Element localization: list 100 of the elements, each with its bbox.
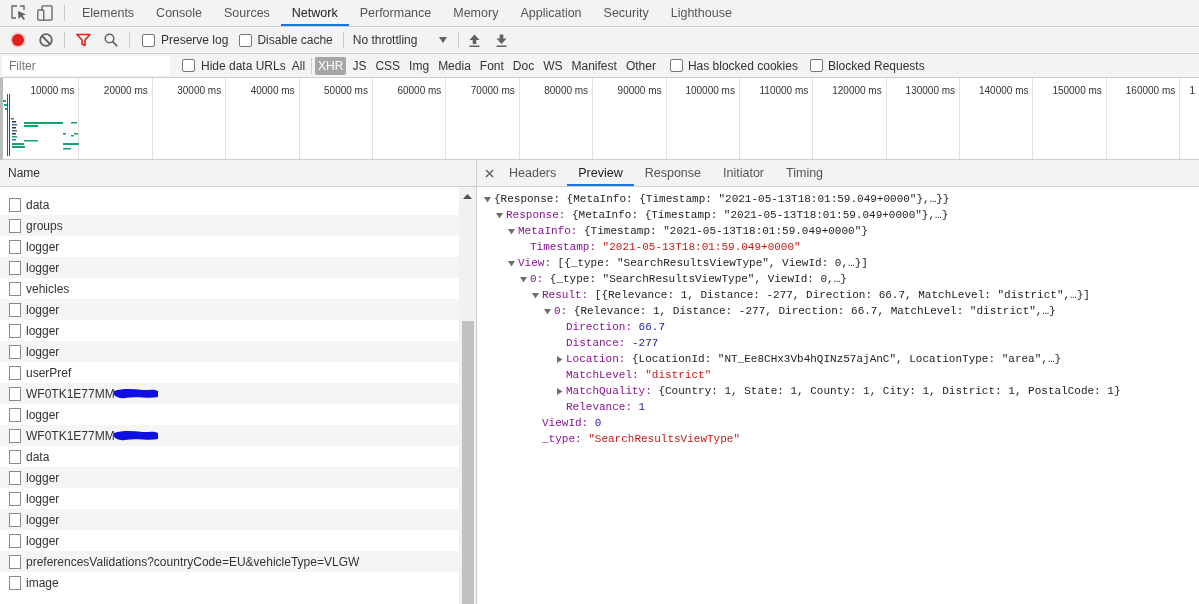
upload-icon[interactable] bbox=[468, 33, 480, 47]
resource-type-filter[interactable]: Img bbox=[406, 56, 433, 75]
request-row[interactable]: logger bbox=[0, 257, 459, 278]
detail-tab[interactable]: Preview bbox=[567, 160, 634, 186]
filter-field[interactable]: Filter bbox=[2, 55, 170, 76]
property-text: Distance: -277 bbox=[566, 337, 659, 349]
disclosure-triangle-icon[interactable] bbox=[520, 275, 527, 283]
clear-icon[interactable] bbox=[39, 33, 53, 47]
panel-tab[interactable]: Application bbox=[509, 0, 593, 26]
checkbox[interactable] bbox=[809, 59, 823, 72]
file-icon bbox=[9, 197, 21, 212]
panel-tab[interactable]: Sources bbox=[213, 0, 281, 26]
file-icon bbox=[9, 575, 21, 590]
detail-tab[interactable]: Response bbox=[633, 160, 712, 186]
disclosure-triangle-icon[interactable] bbox=[532, 291, 539, 299]
tick-label: 10000 ms bbox=[30, 85, 75, 96]
property-text: Response: {MetaInfo: {Timestamp: "2021-05-13T18:01:59.049+0000"},…} bbox=[506, 209, 949, 221]
inspect-icon[interactable] bbox=[11, 5, 27, 21]
property-text: _type: "SearchResultsViewType" bbox=[542, 433, 741, 445]
checkbox[interactable] bbox=[239, 33, 253, 47]
resource-type-filter[interactable]: JS bbox=[349, 56, 370, 75]
panel-tab[interactable]: Security bbox=[592, 0, 660, 26]
panel-tab[interactable]: Memory bbox=[442, 0, 510, 26]
record-icon[interactable] bbox=[10, 32, 26, 48]
file-icon bbox=[9, 449, 21, 464]
request-row[interactable]: WF0TK1E77MM bbox=[0, 425, 459, 446]
resource-type-filter[interactable]: WS bbox=[540, 56, 566, 75]
tick-label: 140000 ms bbox=[979, 85, 1029, 96]
disclosure-triangle-icon[interactable] bbox=[484, 195, 491, 203]
tick-label: 30000 ms bbox=[177, 85, 222, 96]
property-text: Direction: 66.7 bbox=[566, 321, 665, 333]
checkbox-label: Preserve log bbox=[161, 33, 229, 47]
resource-type-filter[interactable]: CSS bbox=[372, 56, 404, 75]
property-text: {Response: {MetaInfo: {Timestamp: "2021-05-13T18:01:59.049+0000"},…}} bbox=[494, 193, 950, 205]
tick-label: 50000 ms bbox=[324, 85, 368, 96]
resource-type-filter[interactable]: Doc bbox=[509, 56, 538, 75]
tick-label: 120000 ms bbox=[832, 85, 882, 96]
property-text: MatchLevel: "district" bbox=[566, 369, 712, 381]
file-icon bbox=[9, 386, 21, 401]
panel-tab[interactable]: Performance bbox=[348, 0, 443, 26]
filter-icon[interactable] bbox=[76, 33, 91, 47]
disclosure-triangle-icon[interactable] bbox=[556, 387, 563, 395]
caret-icon bbox=[439, 37, 448, 43]
file-icon bbox=[9, 323, 21, 338]
request-row[interactable]: logger bbox=[0, 467, 459, 488]
resource-type-filter[interactable]: All bbox=[288, 56, 309, 75]
request-row[interactable]: logger bbox=[0, 299, 459, 320]
property-text: ViewId: 0 bbox=[542, 417, 602, 429]
tick-label: 80000 ms bbox=[544, 85, 589, 96]
disclosure-triangle-icon[interactable] bbox=[508, 227, 515, 235]
tick-label: 20000 ms bbox=[103, 85, 148, 96]
property-text: MetaInfo: {Timestamp: "2021-05-13T18:01:59.049+0000"} bbox=[518, 225, 868, 237]
request-row[interactable]: logger bbox=[0, 509, 459, 530]
close-icon[interactable] bbox=[485, 168, 494, 178]
property-text: 0: {_type: "SearchResultsViewType", ViewId: 0,…} bbox=[530, 273, 847, 285]
file-icon bbox=[9, 365, 21, 380]
tick-label: 100000 ms bbox=[685, 85, 735, 96]
request-row[interactable]: WF0TK1E77MM bbox=[0, 383, 459, 404]
resource-type-filter[interactable]: Media bbox=[435, 56, 474, 75]
checkbox[interactable] bbox=[182, 59, 195, 72]
panel-tab[interactable]: Elements bbox=[71, 0, 146, 26]
checkbox[interactable] bbox=[669, 59, 683, 72]
checkbox-label: Disable cache bbox=[257, 33, 333, 47]
detail-tab[interactable]: Timing bbox=[775, 160, 835, 186]
file-icon bbox=[9, 218, 21, 233]
property-text: Relevance: 1 bbox=[566, 401, 646, 413]
detail-tab[interactable]: Headers bbox=[498, 160, 568, 186]
file-icon bbox=[9, 302, 21, 317]
scroll-up-icon[interactable] bbox=[463, 194, 472, 199]
tick-label: 1 bbox=[1189, 85, 1195, 96]
request-row[interactable]: preferencesValidations?countryCode=EU&vehicleType=VLGW bbox=[0, 551, 459, 572]
tick-label: 130000 ms bbox=[905, 85, 956, 96]
resource-type-filter[interactable]: Manifest bbox=[568, 56, 620, 75]
search-icon[interactable] bbox=[104, 33, 118, 47]
disclosure-triangle-icon[interactable] bbox=[496, 211, 503, 219]
resource-type-filter[interactable]: Other bbox=[622, 56, 659, 75]
file-icon bbox=[9, 491, 21, 506]
panel-tab[interactable]: Console bbox=[145, 0, 213, 26]
device-toggle-icon[interactable] bbox=[37, 5, 53, 21]
request-row[interactable]: groups bbox=[0, 215, 459, 236]
throttling-select[interactable]: No throttling bbox=[352, 30, 455, 50]
request-row[interactable]: logger bbox=[0, 341, 459, 362]
disclosure-triangle-icon[interactable] bbox=[556, 355, 563, 363]
file-icon bbox=[9, 407, 21, 422]
tick-label: 160000 ms bbox=[1125, 85, 1176, 96]
tick-label: 70000 ms bbox=[470, 85, 515, 96]
column-header[interactable]: Name bbox=[0, 160, 476, 187]
disclosure-triangle-icon[interactable] bbox=[544, 307, 551, 315]
resource-type-filter[interactable]: Font bbox=[476, 56, 507, 75]
disclosure-triangle-icon[interactable] bbox=[508, 259, 515, 267]
tick-label: 90000 ms bbox=[617, 85, 662, 96]
checkbox[interactable] bbox=[142, 33, 155, 47]
detail-tab[interactable]: Initiator bbox=[712, 160, 775, 186]
tick-label: 150000 ms bbox=[1052, 85, 1102, 96]
file-icon bbox=[9, 428, 21, 443]
download-icon[interactable] bbox=[495, 33, 507, 47]
file-icon bbox=[9, 281, 21, 296]
panel-tab[interactable]: Lighthouse bbox=[659, 0, 743, 26]
scrollbar-thumb[interactable] bbox=[461, 321, 474, 604]
scrollbar[interactable] bbox=[459, 187, 476, 604]
